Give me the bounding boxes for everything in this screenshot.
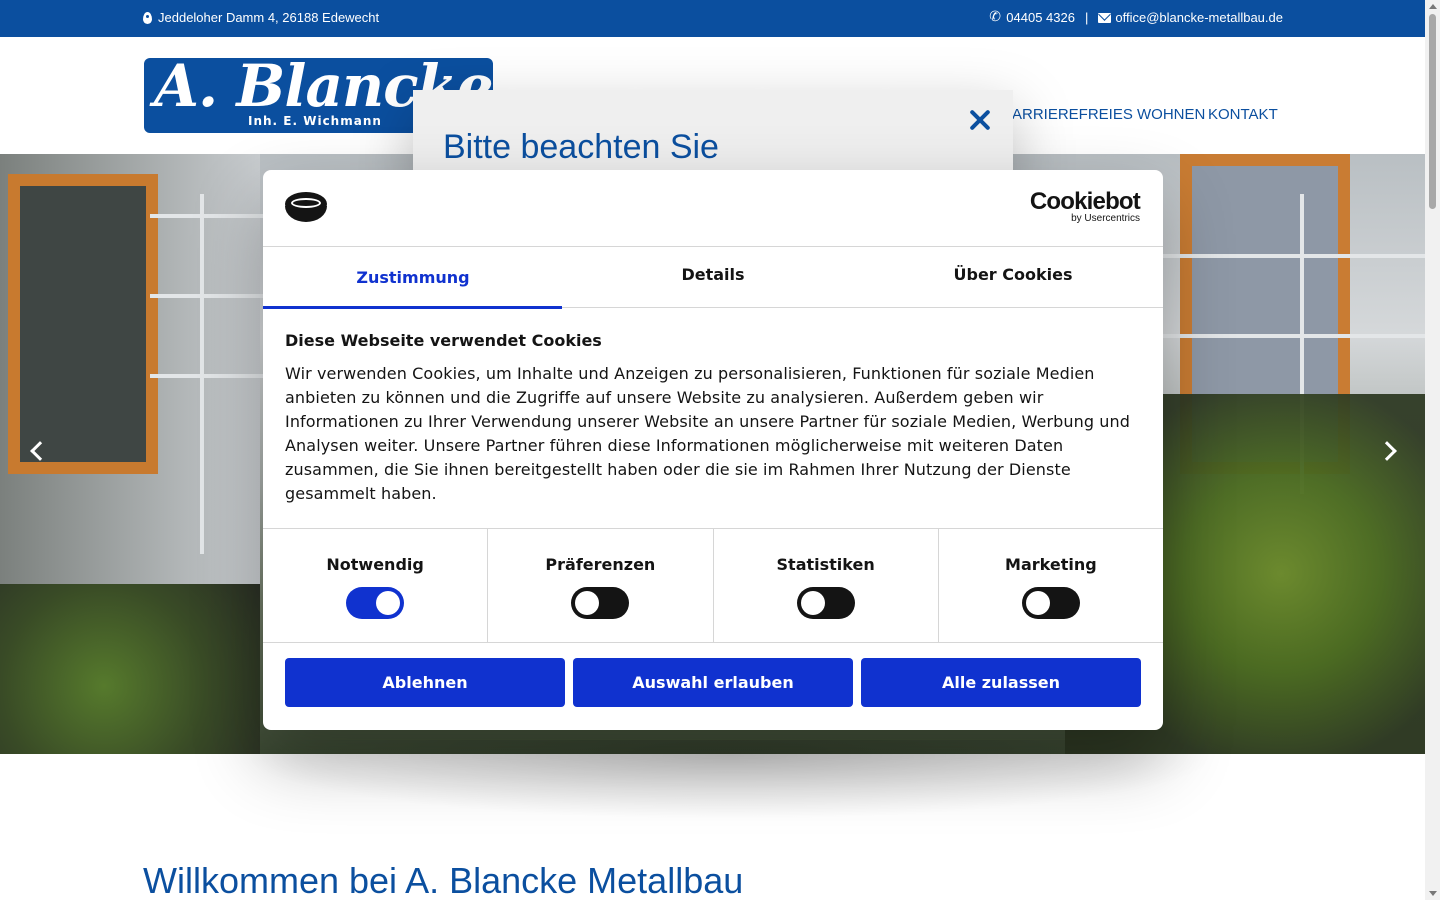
category-statistiken: Statistiken xyxy=(714,529,939,642)
map-pin-icon xyxy=(143,11,152,24)
category-label: Notwendig xyxy=(326,555,424,574)
separator: | xyxy=(1084,10,1089,25)
phone-link[interactable]: 04405 4326 xyxy=(1006,10,1075,25)
category-label: Marketing xyxy=(1005,555,1097,574)
hero-image-railing xyxy=(1160,254,1425,258)
tab-details[interactable]: Details xyxy=(563,247,863,308)
allow-all-button[interactable]: Alle zulassen xyxy=(861,658,1141,707)
toggle-statistiken[interactable] xyxy=(796,587,855,619)
hero-image-plants xyxy=(0,584,260,754)
toggle-praeferenzen[interactable] xyxy=(571,587,630,619)
allow-selection-button[interactable]: Auswahl erlauben xyxy=(573,658,853,707)
envelope-icon xyxy=(1098,12,1112,23)
hero-image-railing xyxy=(1160,334,1425,338)
cookie-description: Wir verwenden Cookies, um Inhalte und An… xyxy=(285,364,1131,503)
top-bar: Jeddeloher Damm 4, 26188 Edewecht 04405 … xyxy=(0,0,1425,37)
cookiebot-brand[interactable]: Cookiebot by Usercentrics xyxy=(1029,188,1141,224)
cookie-tabs: Zustimmung Details Über Cookies xyxy=(263,247,1163,309)
email-link[interactable]: office@blancke-metallbau.de xyxy=(1115,10,1283,25)
notice-title: Bitte beachten Sie xyxy=(443,128,719,166)
category-praeferenzen: Präferenzen xyxy=(488,529,714,642)
cookie-logo-icon xyxy=(285,192,327,224)
toggle-marketing[interactable] xyxy=(1021,587,1080,619)
close-icon[interactable] xyxy=(968,108,992,132)
category-label: Präferenzen xyxy=(545,555,656,574)
cookie-dialog-header: Cookiebot by Usercentrics xyxy=(263,170,1163,247)
cookie-heading: Diese Webseite verwendet Cookies xyxy=(285,331,602,350)
cookie-buttons: Ablehnen Auswahl erlauben Alle zulassen xyxy=(285,658,1141,707)
contact-info: 04405 4326 | office@blancke-metallbau.de xyxy=(989,9,1283,26)
cookie-dialog-body: Diese Webseite verwendet Cookies Wir ver… xyxy=(285,330,1141,506)
nav-item-kontakt[interactable]: KONTAKT xyxy=(1208,106,1278,123)
cookie-consent-dialog: Cookiebot by Usercentrics Zustimmung Det… xyxy=(263,170,1163,730)
logo-subtitle: Inh. E. Wichmann xyxy=(248,114,382,128)
page-scrollbar[interactable] xyxy=(1425,0,1440,900)
category-notwendig: Notwendig xyxy=(263,529,489,642)
category-marketing: Marketing xyxy=(939,529,1163,642)
nav-item-barrierefreies-wohnen[interactable]: ARRIEREFREIES WOHNEN xyxy=(1012,106,1205,123)
cookie-categories: Notwendig Präferenzen Statistiken Market… xyxy=(263,528,1163,643)
reject-button[interactable]: Ablehnen xyxy=(285,658,565,707)
phone-icon xyxy=(989,9,1002,25)
cookiebot-brand-name: Cookiebot xyxy=(1029,188,1141,215)
address: Jeddeloher Damm 4, 26188 Edewecht xyxy=(143,10,379,25)
dialog-shadow xyxy=(240,740,1220,820)
hero-image-post xyxy=(200,194,204,554)
tab-ueber-cookies[interactable]: Über Cookies xyxy=(863,247,1163,308)
category-label: Statistiken xyxy=(776,555,875,574)
tab-zustimmung[interactable]: Zustimmung xyxy=(263,247,563,309)
cookiebot-brand-by: by Usercentrics xyxy=(1071,213,1140,224)
scroll-down-icon[interactable] xyxy=(1429,891,1437,896)
hero-image-window xyxy=(8,174,158,474)
toggle-notwendig[interactable] xyxy=(346,587,405,619)
page-title: Willkommen bei A. Blancke Metallbau xyxy=(143,860,744,900)
scroll-up-icon[interactable] xyxy=(1429,4,1437,9)
scrollbar-thumb[interactable] xyxy=(1429,14,1436,209)
address-text: Jeddeloher Damm 4, 26188 Edewecht xyxy=(158,10,380,25)
